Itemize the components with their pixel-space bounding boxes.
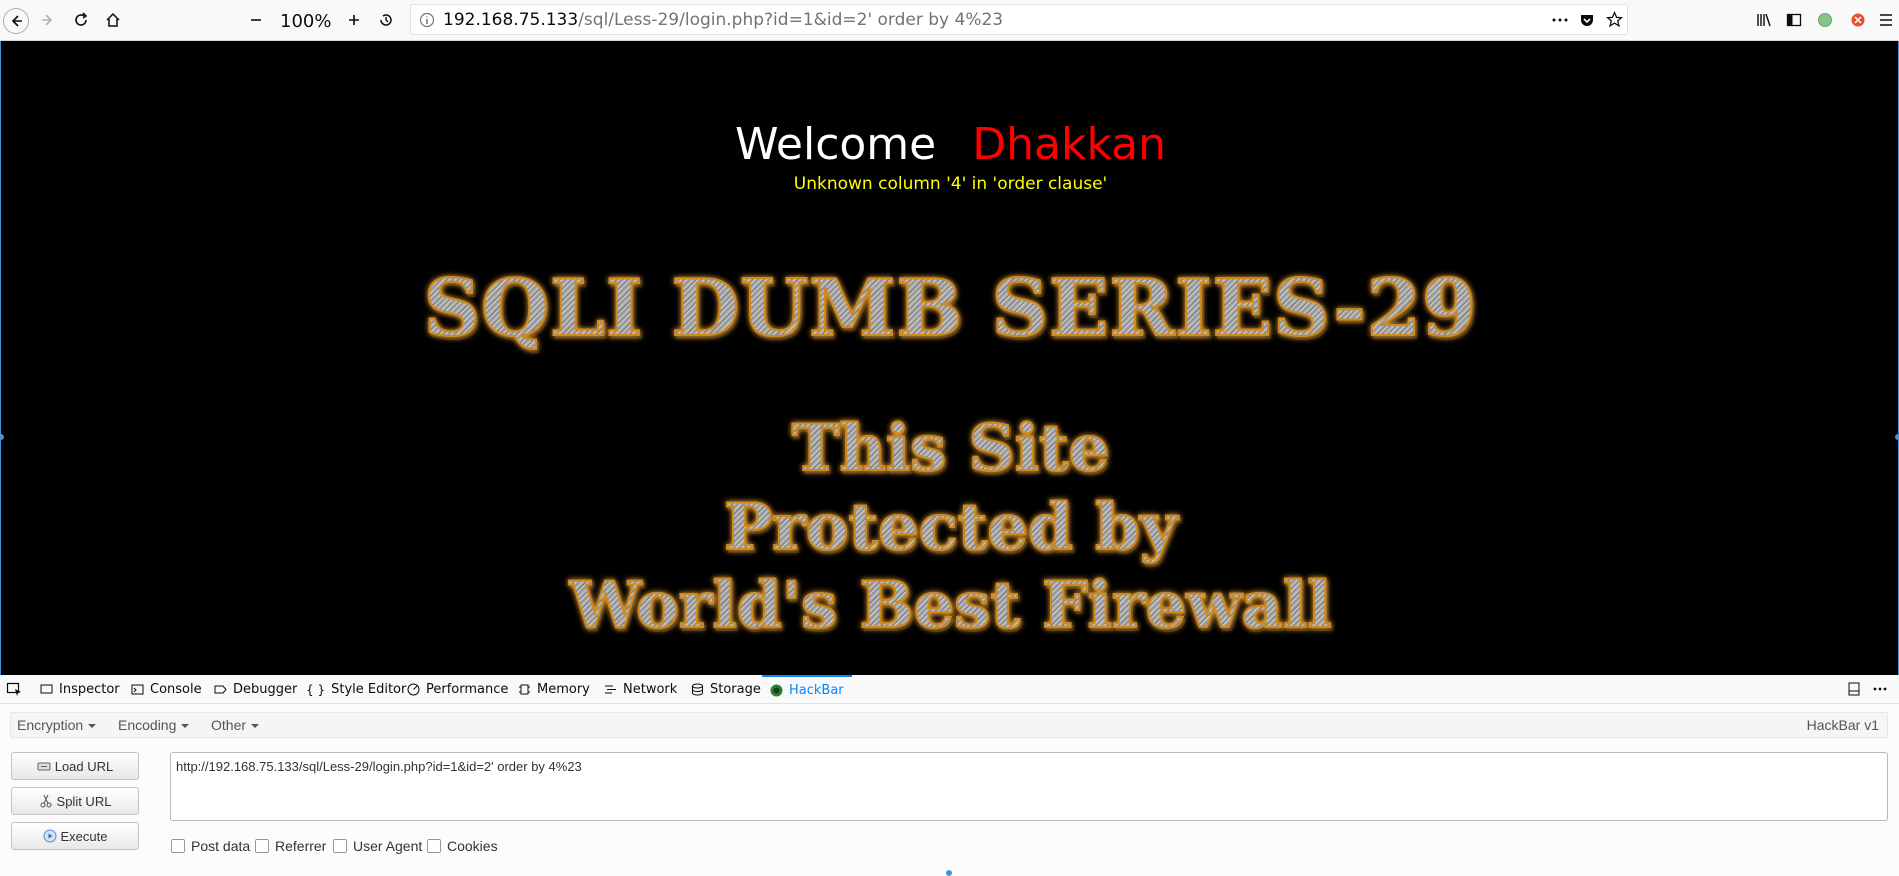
reload-icon[interactable] <box>69 8 93 32</box>
debugger-icon <box>214 685 227 693</box>
element-picker-icon[interactable] <box>6 681 22 697</box>
hackbar-version: HackBar v1 <box>1806 717 1879 733</box>
tab-console[interactable]: Console <box>131 675 202 703</box>
firewall-banner-line3: World's Best Firewall <box>1 567 1898 644</box>
tab-network[interactable]: Network <box>604 675 677 703</box>
tab-hackbar[interactable]: HackBar <box>762 675 852 703</box>
checkbox-box[interactable] <box>427 839 441 853</box>
menu-label: Other <box>211 717 247 733</box>
braces-icon: { } <box>306 682 326 697</box>
devtools-more-icon[interactable] <box>1872 682 1888 696</box>
forward-icon[interactable] <box>36 8 60 32</box>
zoom-level[interactable]: 100% <box>280 11 331 32</box>
caret-down-icon <box>181 724 190 729</box>
hackbar-menu-bar: Encryption Encoding Other HackBar v1 <box>10 712 1888 738</box>
hackbar-url-textarea[interactable]: http://192.168.75.133/sql/Less-29/login.… <box>170 752 1888 821</box>
zoom-in-icon[interactable] <box>342 8 366 32</box>
tab-storage[interactable]: Storage <box>691 675 761 703</box>
resize-handle-bottom[interactable] <box>946 870 952 876</box>
resize-handle-right[interactable] <box>1895 434 1898 440</box>
encoding-menu[interactable]: Encoding <box>118 717 190 733</box>
browser-toolbar: 100% 192.168.75.133/sql/Less-29/login.ph… <box>0 0 1899 41</box>
caret-down-icon <box>88 724 97 729</box>
tab-label: Performance <box>426 681 509 697</box>
split-url-button[interactable]: Split URL <box>11 787 139 815</box>
storage-icon <box>692 683 703 695</box>
sidebar-icon[interactable] <box>1782 8 1806 32</box>
page-content: Welcome Dhakkan Unknown column '4' in 'or… <box>0 41 1899 675</box>
other-menu[interactable]: Other <box>211 717 260 733</box>
caret-down-icon <box>251 724 260 729</box>
back-icon[interactable] <box>3 8 29 34</box>
cookies-checkbox[interactable]: Cookies <box>427 838 498 854</box>
button-label: Execute <box>60 828 108 844</box>
checkbox-label: User Agent <box>353 838 423 854</box>
extension-green-icon[interactable] <box>1813 8 1837 32</box>
encryption-menu[interactable]: Encryption <box>17 717 97 733</box>
info-icon[interactable] <box>419 12 435 28</box>
referrer-checkbox[interactable]: Referrer <box>255 838 326 854</box>
checkbox-box[interactable] <box>171 839 185 853</box>
network-icon <box>605 685 616 693</box>
performance-icon <box>407 683 420 695</box>
zoom-out-icon[interactable] <box>244 8 268 32</box>
load-url-button[interactable]: Load URL <box>11 752 139 780</box>
checkbox-label: Referrer <box>275 838 327 854</box>
tab-label: Memory <box>537 681 590 697</box>
tab-debugger[interactable]: Debugger <box>214 675 297 703</box>
tab-label: Inspector <box>59 681 120 697</box>
inspector-icon <box>40 684 53 693</box>
checkbox-label: Post data <box>191 838 251 854</box>
extension-red-icon[interactable] <box>1846 8 1870 32</box>
hackbar-icon <box>770 684 783 696</box>
sql-error-message: Unknown column '4' in 'order clause' <box>793 174 1108 194</box>
reset-zoom-icon[interactable] <box>374 8 398 32</box>
checkbox-box[interactable] <box>333 839 347 853</box>
url-host: 192.168.75.133 <box>443 10 579 30</box>
bookmark-star-icon[interactable] <box>1605 11 1624 32</box>
url-path: /sql/Less-29/login.php?id=1&id=2' order … <box>578 10 1004 30</box>
tab-style-editor[interactable]: { } Style Editor <box>306 675 406 703</box>
series-title-image: SQLI DUMB SERIES-29 <box>1 262 1898 355</box>
button-label: Load URL <box>54 758 114 774</box>
url-bar[interactable]: 192.168.75.133/sql/Less-29/login.php?id=… <box>410 4 1628 35</box>
hackbar-panel: Encryption Encoding Other HackBar v1 Loa… <box>0 704 1899 876</box>
play-icon <box>43 829 56 843</box>
checkbox-box[interactable] <box>255 839 269 853</box>
firewall-banner-line2: Protected by <box>1 489 1898 566</box>
checkbox-label: Cookies <box>447 838 498 854</box>
firewall-banner-line1: This Site <box>1 410 1898 487</box>
tab-label: Console <box>150 681 202 697</box>
library-icon[interactable] <box>1752 8 1776 32</box>
tab-label: HackBar <box>789 682 844 698</box>
dock-side-icon[interactable] <box>1847 682 1861 696</box>
home-icon[interactable] <box>101 8 125 32</box>
memory-icon <box>519 684 530 694</box>
load-url-icon <box>37 762 51 771</box>
scissors-icon <box>40 794 52 808</box>
url-text: 192.168.75.133/sql/Less-29/login.php?id=… <box>443 10 1003 30</box>
console-icon <box>131 684 144 694</box>
user-agent-checkbox[interactable]: User Agent <box>333 838 422 854</box>
menu-icon[interactable] <box>1874 8 1898 32</box>
tab-memory[interactable]: Memory <box>518 675 590 703</box>
pocket-icon[interactable] <box>1579 12 1595 32</box>
button-label: Split URL <box>56 793 112 809</box>
tab-label: Style Editor <box>331 681 407 697</box>
more-icon[interactable] <box>1551 12 1569 32</box>
execute-button[interactable]: Execute <box>11 822 139 850</box>
menu-label: Encoding <box>118 717 177 733</box>
tab-performance[interactable]: Performance <box>407 675 508 703</box>
menu-label: Encryption <box>17 717 84 733</box>
welcome-word: Welcome <box>734 119 937 170</box>
post-data-checkbox[interactable]: Post data <box>171 838 250 854</box>
tab-label: Network <box>623 681 678 697</box>
tab-label: Storage <box>710 681 761 697</box>
welcome-heading: Welcome Dhakkan <box>1 119 1898 170</box>
tab-label: Debugger <box>233 681 298 697</box>
welcome-name: Dhakkan <box>972 119 1167 170</box>
devtools-tab-strip: Inspector Console Debugger { } Style Edi… <box>0 675 1899 704</box>
tab-inspector[interactable]: Inspector <box>40 675 120 703</box>
